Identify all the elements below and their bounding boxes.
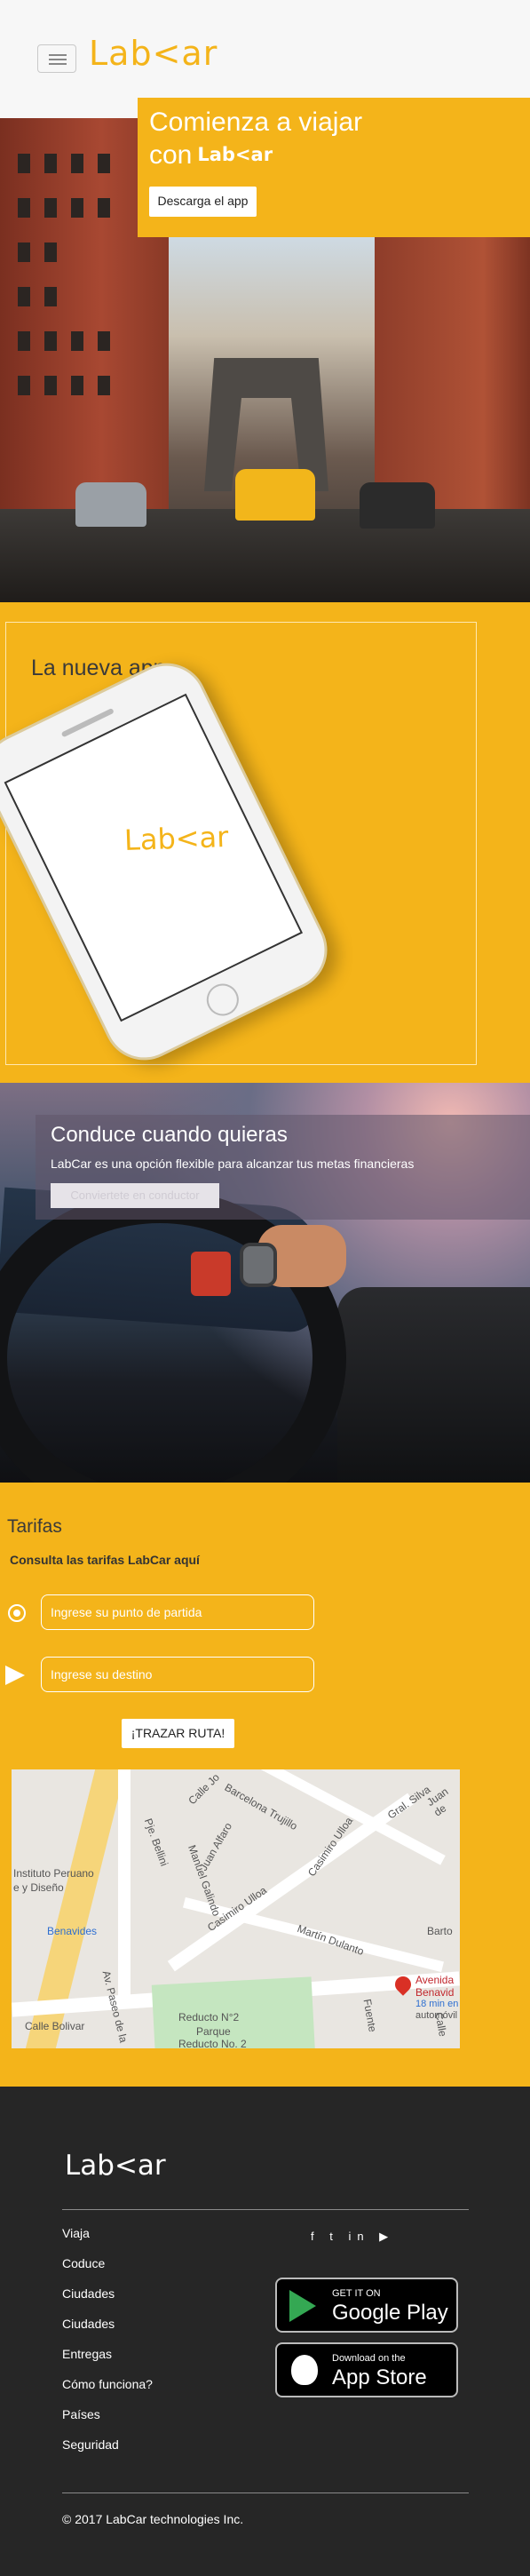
drive-subtitle: LabCar es una opción flexible para alcan… [51,1157,415,1171]
phone-screen-logo: Lab<ar [123,819,229,858]
app-store-badge[interactable]: Download on the App Store [275,2342,458,2397]
google-play-big: Google Play [332,2301,448,2325]
app-store-big: App Store [332,2365,427,2389]
send-arrow-icon [5,1666,25,1685]
destination-input[interactable]: Ingrese su destino [41,1657,314,1692]
footer-link-ciudades[interactable]: Ciudades [62,2286,115,2301]
route-map[interactable]: Calle Jo Barcelona Trujillo Gral. Silva … [12,1769,460,2048]
map-label: Fuente [360,1998,379,2033]
footer-logo[interactable]: Lab<ar [65,2150,166,2182]
footer-divider [62,2209,469,2210]
destination-label: Avenida [415,1974,455,1986]
map-label: Benavides [47,1925,98,1937]
wristwatch-image [240,1243,277,1287]
map-label: Juan de [424,1785,451,1819]
footer-link-como-funciona[interactable]: Cómo funciona? [62,2377,153,2391]
destination-label: Benavid [415,1986,455,1999]
taxi-image [235,469,315,521]
menu-bar [49,59,67,60]
trace-route-button[interactable]: ¡TRAZAR RUTA! [122,1719,234,1748]
download-app-button[interactable]: Descarga el app [149,187,257,217]
car-image [75,482,146,527]
map-road [118,1769,131,2000]
map-label: Barcelona Trujillo [222,1780,300,1833]
destination-eta: 18 min en [415,1999,459,2009]
brand-logo[interactable]: Lab<ar [89,34,218,73]
apple-icon [291,2355,318,2385]
google-play-icon [289,2290,316,2322]
app-store-small: Download on the [332,2353,406,2364]
footer-link-paises[interactable]: Países [62,2407,100,2421]
origin-input[interactable]: Ingrese su punto de partida [41,1594,314,1630]
hero-title-line2: con Lab<ar [149,139,273,171]
footer-link-seguridad[interactable]: Seguridad [62,2437,119,2452]
footer-link-coduce[interactable]: Coduce [62,2256,105,2270]
sleeve-cuff-image [191,1252,231,1296]
car-image [360,482,435,529]
drive-title: Conduce cuando quieras [51,1123,288,1147]
map-label: Calle Jo [186,1770,222,1808]
map-label: Barto [427,1925,453,1937]
social-icons[interactable]: f t in ▶ [311,2230,394,2244]
footer-link-viaja[interactable]: Viaja [62,2226,90,2240]
hamburger-menu-icon[interactable] [37,44,76,73]
dashboard-image [337,1287,530,1483]
map-label: e y Diseño [13,1881,64,1894]
menu-bar [49,54,67,56]
hero-brand-logo: Lab<ar [197,144,273,165]
menu-bar [49,63,67,65]
google-play-badge[interactable]: GET IT ON Google Play [275,2278,458,2333]
footer-link-ciudades-2[interactable]: Ciudades [62,2317,115,2331]
google-play-small: GET IT ON [332,2288,381,2299]
copyright-text: © 2017 LabCar technologies Inc. [62,2512,244,2526]
tarifas-title: Tarifas [7,1516,62,1537]
origin-pin-icon [8,1604,26,1622]
drive-section: Conduce cuando quieras LabCar es una opc… [0,1083,530,1483]
map-label: Instituto Peruano [13,1867,94,1880]
map-label: Calle Bolivar [25,2020,85,2032]
footer-link-entregas[interactable]: Entregas [62,2347,112,2361]
destination-mode: automóvil [415,2010,458,2021]
map-label: Reducto N°2 [178,2011,240,2023]
hero-title-con: con [149,140,193,170]
tarifas-subtitle: Consulta las tarifas LabCar aquí [10,1553,200,1567]
map-label: Reducto No. 2 [178,2038,247,2048]
phone-home-button [201,978,244,1022]
map-label: Parque [196,2025,231,2038]
become-driver-button[interactable]: Conviertete en conductor [51,1183,219,1208]
map-label: Pje. Bellini [141,1817,171,1868]
hero-title: Comienza a viajar [149,107,363,137]
